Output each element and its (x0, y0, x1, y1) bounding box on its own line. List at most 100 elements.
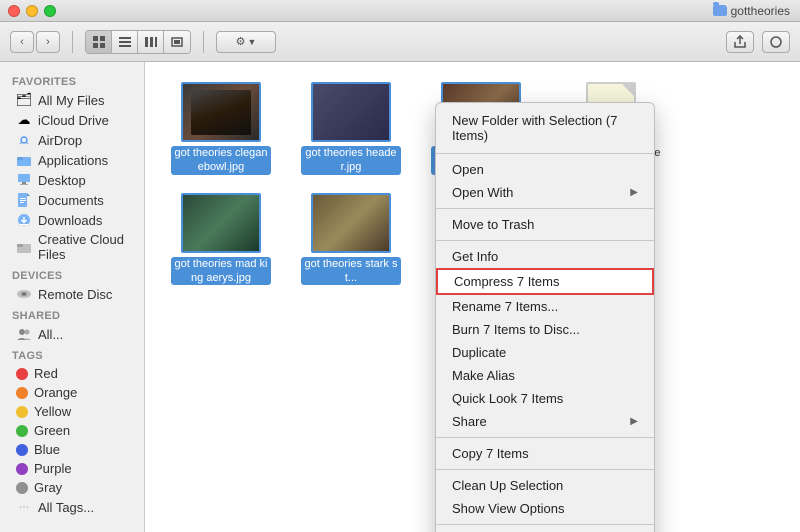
file-thumbnail (181, 193, 261, 253)
share-button[interactable] (726, 31, 754, 53)
sidebar-item-gray[interactable]: Gray (4, 478, 140, 497)
file-item[interactable]: got theories cleganebowl.jpg (161, 78, 281, 179)
menu-separator (436, 153, 654, 154)
all-my-files-icon: 🗂 (16, 92, 32, 108)
main-container: Favorites 🗂 All My Files ☁ iCloud Drive … (0, 62, 800, 532)
file-name: got theories stark st... (301, 257, 401, 286)
menu-item-duplicate[interactable]: Duplicate (436, 341, 654, 364)
context-menu-header: New Folder with Selection (7 Items) (436, 107, 654, 149)
action-button[interactable]: ⚙▼ (216, 31, 276, 53)
sidebar-item-all-shared[interactable]: All... (4, 324, 140, 344)
sidebar-item-all-tags[interactable]: ⋯ All Tags... (4, 497, 140, 517)
maximize-button[interactable] (44, 5, 56, 17)
downloads-icon (16, 212, 32, 228)
sidebar-item-orange[interactable]: Orange (4, 383, 140, 402)
sidebar-item-label: Gray (34, 480, 62, 495)
toolbar: ‹ › ⚙▼ (0, 22, 800, 62)
menu-item-move-trash[interactable]: Move to Trash (436, 213, 654, 236)
file-name: got theories cleganebowl.jpg (171, 146, 271, 175)
sidebar-item-purple[interactable]: Purple (4, 459, 140, 478)
sidebar-item-label: Purple (34, 461, 72, 476)
column-view-button[interactable] (138, 31, 164, 53)
menu-item-burn[interactable]: Burn 7 Items to Disc... (436, 318, 654, 341)
all-shared-icon (16, 326, 32, 342)
context-menu: New Folder with Selection (7 Items) Open… (435, 102, 655, 532)
sidebar-item-label: All My Files (38, 93, 104, 108)
sidebar-item-label: Red (34, 366, 58, 381)
sidebar-item-label: Applications (38, 153, 108, 168)
separator (72, 31, 73, 53)
menu-item-copy[interactable]: Copy 7 Items (436, 442, 654, 465)
sidebar-item-blue[interactable]: Blue (4, 440, 140, 459)
menu-separator (436, 469, 654, 470)
sidebar-item-label: iCloud Drive (38, 113, 109, 128)
menu-item-quick-look[interactable]: Quick Look 7 Items (436, 387, 654, 410)
minimize-button[interactable] (26, 5, 38, 17)
yellow-tag-dot (16, 406, 28, 418)
sidebar-item-label: Downloads (38, 213, 102, 228)
icon-view-button[interactable] (86, 31, 112, 53)
airdrop-icon (16, 132, 32, 148)
gray-tag-dot (16, 482, 28, 494)
close-button[interactable] (8, 5, 20, 17)
sidebar-item-label: Blue (34, 442, 60, 457)
menu-item-open[interactable]: Open (436, 158, 654, 181)
sidebar-item-desktop[interactable]: Desktop (4, 170, 140, 190)
nav-buttons: ‹ › (10, 31, 60, 53)
desktop-icon (16, 172, 32, 188)
menu-separator (436, 240, 654, 241)
sidebar-item-green[interactable]: Green (4, 421, 140, 440)
file-thumbnail (311, 82, 391, 142)
sidebar-item-label: AirDrop (38, 133, 82, 148)
list-view-button[interactable] (112, 31, 138, 53)
menu-item-cleanup[interactable]: Clean Up Selection (436, 474, 654, 497)
sidebar-item-label: All... (38, 327, 63, 342)
sidebar-item-applications[interactable]: Applications (4, 150, 140, 170)
sidebar-item-downloads[interactable]: Downloads (4, 210, 140, 230)
sidebar-item-documents[interactable]: Documents (4, 190, 140, 210)
applications-icon (16, 152, 32, 168)
sidebar-item-icloud-drive[interactable]: ☁ iCloud Drive (4, 110, 140, 130)
menu-item-make-alias[interactable]: Make Alias (436, 364, 654, 387)
tags-section-title: Tags (0, 344, 144, 364)
icloud-icon: ☁ (16, 112, 32, 128)
folder-icon (713, 5, 727, 16)
menu-item-show-view[interactable]: Show View Options (436, 497, 654, 520)
menu-separator (436, 437, 654, 438)
sidebar-item-label: All Tags... (38, 500, 94, 515)
file-item[interactable]: got theories header.jpg (291, 78, 411, 179)
file-item[interactable]: got theories stark st... (291, 189, 411, 290)
submenu-arrow: ▶ (630, 187, 638, 198)
sidebar-item-creative-cloud[interactable]: Creative Cloud Files (4, 230, 140, 264)
sidebar-item-airdrop[interactable]: AirDrop (4, 130, 140, 150)
cover-view-button[interactable] (164, 31, 190, 53)
file-name: got theories mad king aerys.jpg (171, 257, 271, 286)
traffic-lights (8, 5, 56, 17)
menu-item-get-info[interactable]: Get Info (436, 245, 654, 268)
sidebar-item-label: Creative Cloud Files (38, 232, 128, 262)
sidebar-item-label: Yellow (34, 404, 71, 419)
remote-disc-icon (16, 286, 32, 302)
file-name: got theories header.jpg (301, 146, 401, 175)
forward-button[interactable]: › (36, 31, 60, 53)
purple-tag-dot (16, 463, 28, 475)
documents-icon (16, 192, 32, 208)
sidebar-item-red[interactable]: Red (4, 364, 140, 383)
creative-cloud-icon (16, 239, 32, 255)
sidebar-item-label: Orange (34, 385, 77, 400)
menu-item-rename[interactable]: Rename 7 Items... (436, 295, 654, 318)
tag-button[interactable] (762, 31, 790, 53)
shared-section-title: Shared (0, 304, 144, 324)
menu-item-compress[interactable]: Compress 7 Items (436, 268, 654, 295)
file-item[interactable]: got theories mad king aerys.jpg (161, 189, 281, 290)
devices-section-title: Devices (0, 264, 144, 284)
separator2 (203, 31, 204, 53)
sidebar-item-all-my-files[interactable]: 🗂 All My Files (4, 90, 140, 110)
back-button[interactable]: ‹ (10, 31, 34, 53)
sidebar: Favorites 🗂 All My Files ☁ iCloud Drive … (0, 62, 145, 532)
menu-item-share[interactable]: Share ▶ (436, 410, 654, 433)
green-tag-dot (16, 425, 28, 437)
sidebar-item-yellow[interactable]: Yellow (4, 402, 140, 421)
sidebar-item-remote-disc[interactable]: Remote Disc (4, 284, 140, 304)
menu-item-open-with[interactable]: Open With ▶ (436, 181, 654, 204)
